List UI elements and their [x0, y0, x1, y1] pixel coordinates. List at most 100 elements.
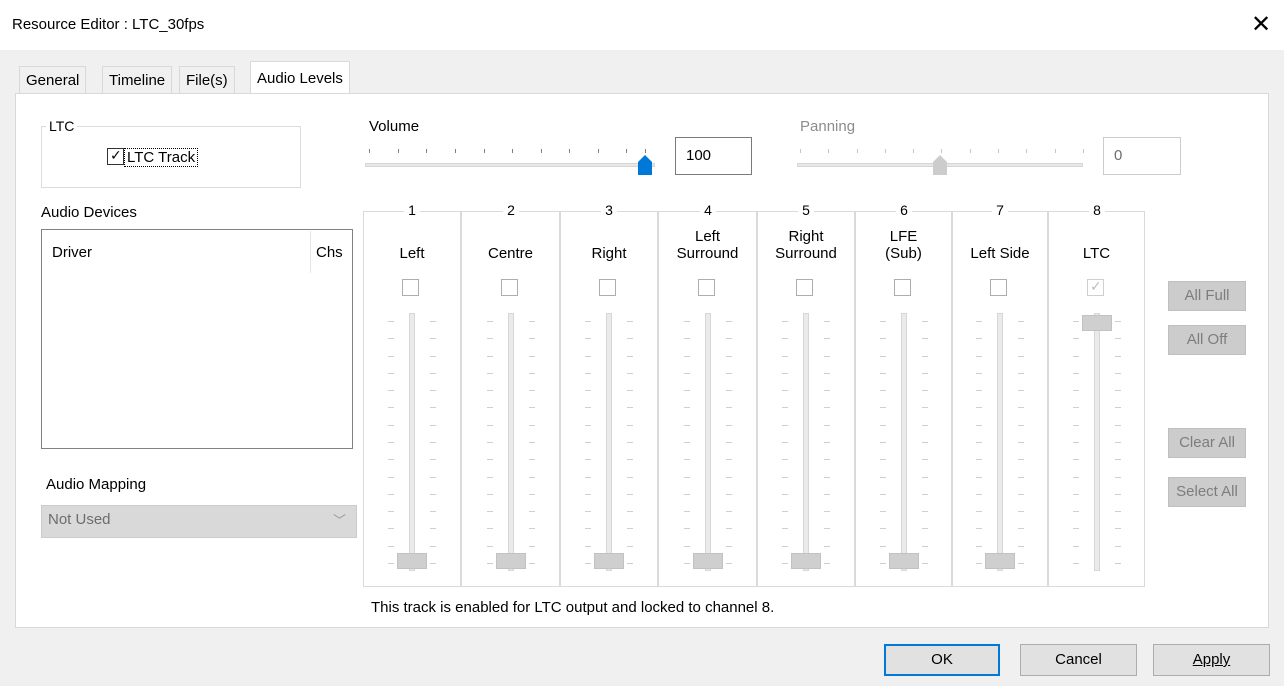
volume-tick: [484, 149, 485, 153]
channel-level-thumb[interactable]: [594, 553, 624, 569]
channel-enable-checkbox[interactable]: [599, 279, 616, 296]
level-tick: [684, 459, 690, 460]
tab-general[interactable]: General: [19, 66, 87, 94]
level-tick: [487, 546, 493, 547]
level-tick: [880, 546, 886, 547]
level-tick: [976, 528, 982, 529]
panning-tick: [1083, 149, 1084, 153]
level-tick: [585, 459, 591, 460]
volume-slider-thumb[interactable]: [637, 154, 653, 176]
level-tick: [388, 356, 394, 357]
channel-name-line2: (Sub): [885, 245, 922, 262]
level-tick: [922, 390, 928, 391]
channel-level-slider[interactable]: [705, 313, 711, 571]
ltc-group-label: LTC: [46, 118, 78, 134]
channel-level-slider[interactable]: [508, 313, 514, 571]
channel-enable-checkbox[interactable]: [402, 279, 419, 296]
ltc-track-label[interactable]: LTC Track: [124, 148, 199, 167]
tab-timeline[interactable]: Timeline: [102, 66, 173, 94]
channel-level-thumb[interactable]: [496, 553, 526, 569]
channel-enable-checkbox[interactable]: [894, 279, 911, 296]
level-tick: [487, 425, 493, 426]
level-tick: [1115, 321, 1121, 322]
level-tick: [922, 407, 928, 408]
channel-level-thumb[interactable]: [889, 553, 919, 569]
level-tick: [627, 321, 633, 322]
channel-name-line2: Centre: [487, 245, 534, 262]
audio-mapping-combo[interactable]: Not Used ﹀: [41, 505, 357, 538]
channel-number: 7: [992, 202, 1008, 218]
channel-level-slider[interactable]: [803, 313, 809, 571]
channel-level-thumb[interactable]: [397, 553, 427, 569]
all-full-button[interactable]: All Full: [1168, 281, 1246, 311]
level-tick: [585, 390, 591, 391]
level-tick: [1018, 477, 1024, 478]
channel-enable-checkbox[interactable]: ✓: [1087, 278, 1104, 296]
level-tick: [726, 442, 732, 443]
level-tick: [684, 546, 690, 547]
level-tick: [684, 494, 690, 495]
level-tick: [388, 425, 394, 426]
volume-input[interactable]: 100: [675, 137, 752, 175]
channel-name-line1: [560, 229, 658, 245]
level-tick: [1018, 425, 1024, 426]
channel-level-slider[interactable]: [901, 313, 907, 571]
channel-name-line2: Surround: [676, 245, 739, 262]
volume-tick: [369, 149, 370, 153]
channel-level-slider[interactable]: [997, 313, 1003, 571]
level-tick: [487, 563, 493, 564]
panning-tick: [970, 149, 971, 153]
channel-enable-checkbox[interactable]: [990, 279, 1007, 296]
volume-slider-track[interactable]: [365, 163, 655, 167]
level-tick: [1073, 546, 1079, 547]
channel-level-thumb[interactable]: [791, 553, 821, 569]
channel-enable-checkbox[interactable]: [501, 279, 518, 296]
panning-slider-thumb[interactable]: [932, 154, 948, 176]
level-tick: [388, 546, 394, 547]
level-tick: [388, 528, 394, 529]
level-tick: [1018, 442, 1024, 443]
clear-all-button[interactable]: Clear All: [1168, 428, 1246, 458]
select-all-button[interactable]: Select All: [1168, 477, 1246, 507]
channel-number: 8: [1089, 202, 1105, 218]
channel-enable-checkbox[interactable]: [698, 279, 715, 296]
tab-files[interactable]: File(s): [179, 66, 235, 94]
level-tick: [976, 546, 982, 547]
column-header-chs[interactable]: Chs: [316, 244, 343, 261]
channel-level-thumb[interactable]: [1082, 315, 1112, 331]
channel-enable-checkbox[interactable]: [796, 279, 813, 296]
level-tick: [529, 563, 535, 564]
level-tick: [585, 494, 591, 495]
panning-tick: [1055, 149, 1056, 153]
cancel-button[interactable]: Cancel: [1020, 644, 1137, 676]
volume-tick: [645, 149, 646, 153]
channel-level-slider[interactable]: [409, 313, 415, 571]
close-icon[interactable]: ✕: [1246, 10, 1276, 40]
level-tick: [684, 477, 690, 478]
ok-button[interactable]: OK: [884, 644, 1000, 676]
tab-audio-levels[interactable]: Audio Levels: [250, 61, 350, 94]
level-tick: [782, 425, 788, 426]
level-tick: [684, 321, 690, 322]
level-tick: [880, 321, 886, 322]
level-tick: [880, 338, 886, 339]
channel-level-slider[interactable]: [606, 313, 612, 571]
all-off-button[interactable]: All Off: [1168, 325, 1246, 355]
level-tick: [922, 459, 928, 460]
channel-name-line1: [952, 229, 1048, 245]
channel-level-slider[interactable]: [1094, 313, 1100, 571]
level-tick: [824, 338, 830, 339]
ltc-track-checkbox[interactable]: ✓: [107, 147, 124, 165]
apply-button[interactable]: Apply: [1153, 644, 1270, 676]
level-tick: [684, 528, 690, 529]
level-tick: [1115, 425, 1121, 426]
audio-devices-list[interactable]: [41, 229, 353, 449]
column-header-driver[interactable]: Driver: [52, 244, 92, 261]
channel-level-thumb[interactable]: [985, 553, 1015, 569]
level-tick: [824, 563, 830, 564]
level-tick: [529, 338, 535, 339]
panning-input[interactable]: 0: [1103, 137, 1181, 175]
channel-level-thumb[interactable]: [693, 553, 723, 569]
level-tick: [922, 511, 928, 512]
level-tick: [1018, 546, 1024, 547]
